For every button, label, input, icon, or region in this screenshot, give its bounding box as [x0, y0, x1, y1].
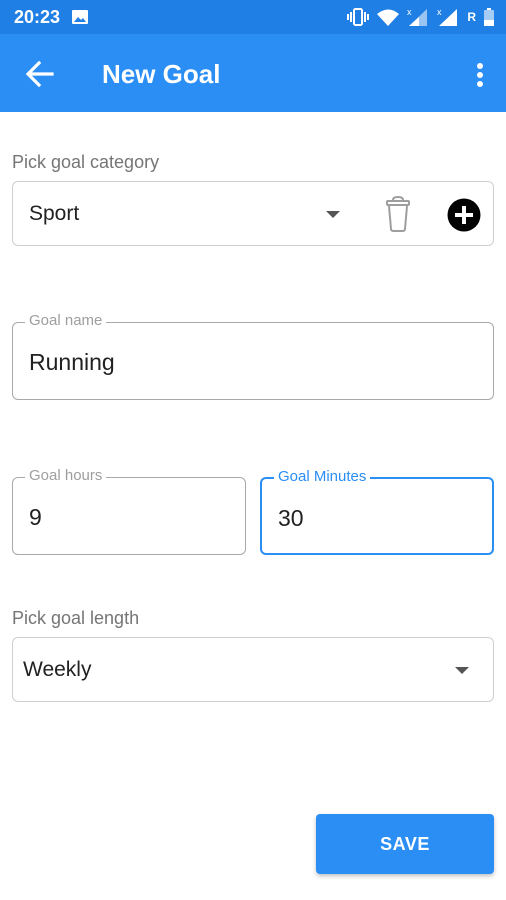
app-bar: New Goal: [0, 34, 506, 112]
status-time: 20:23: [14, 7, 61, 27]
page-title: New Goal: [102, 59, 221, 89]
svg-text:x: x: [407, 7, 412, 17]
goal-name-label: Goal name: [25, 312, 107, 329]
back-arrow-icon[interactable]: [25, 60, 54, 88]
goal-minutes-label: Goal Minutes: [274, 468, 371, 485]
save-button[interactable]: SAVE: [316, 814, 494, 874]
goal-name-field[interactable]: Goal name Running: [12, 312, 494, 400]
chevron-down-icon: [326, 211, 340, 218]
trash-icon[interactable]: [385, 195, 411, 232]
status-icons: x x R: [347, 6, 494, 28]
battery-icon: [484, 8, 494, 26]
goal-name-value: Running: [29, 349, 115, 375]
chevron-down-icon: [455, 667, 469, 674]
goal-hours-field[interactable]: Goal hours 9: [12, 467, 246, 555]
length-selected-value: Weekly: [23, 658, 92, 681]
length-select[interactable]: Weekly: [12, 637, 494, 702]
svg-text:x: x: [437, 7, 442, 17]
image-icon: [72, 10, 88, 29]
wifi-icon: [377, 9, 400, 26]
goal-hours-value: 9: [29, 504, 42, 530]
goal-minutes-value: 30: [278, 505, 304, 531]
add-circle-icon[interactable]: [447, 198, 481, 232]
more-vert-icon[interactable]: [476, 62, 484, 88]
status-bar: 20:23 x x R: [0, 0, 506, 34]
signal-icon: x: [407, 7, 429, 27]
category-selected-value: Sport: [29, 202, 80, 225]
signal-icon: x: [437, 7, 459, 27]
category-select[interactable]: Sport: [12, 181, 494, 246]
goal-minutes-field[interactable]: Goal Minutes 30: [260, 468, 494, 555]
length-label: Pick goal length: [12, 608, 140, 628]
goal-hours-label: Goal hours: [25, 467, 107, 484]
category-label: Pick goal category: [12, 152, 160, 172]
network-type-label: R: [467, 10, 476, 24]
vibrate-icon: [347, 8, 370, 26]
